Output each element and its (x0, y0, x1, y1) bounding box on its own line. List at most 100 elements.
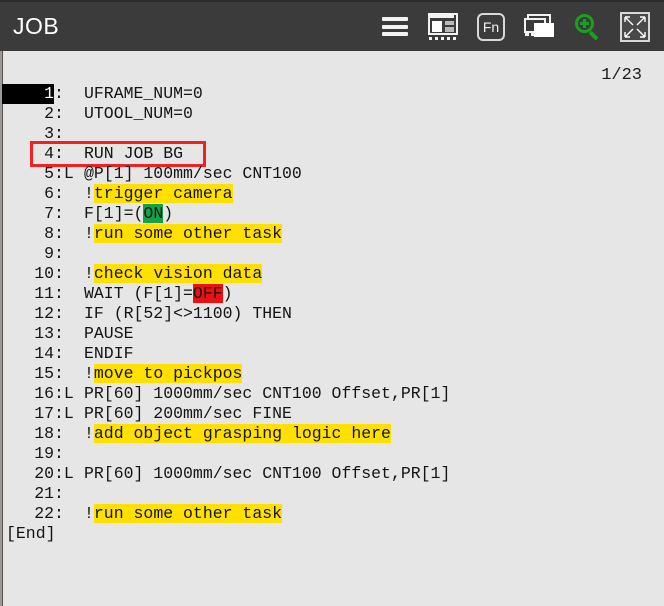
line-text: !trigger camera (84, 184, 233, 203)
code-line[interactable]: 9: (2, 244, 664, 264)
code-line[interactable]: 17:L PR[60] 200mm/sec FINE (2, 404, 664, 424)
line-text: PR[60] 200mm/sec FINE (84, 404, 292, 423)
line-marker: :L (54, 404, 74, 423)
program-editor-pane: 1/23 1: UFRAME_NUM=0 2: UTOOL_NUM=0 3:4: RUN … (0, 51, 664, 606)
line-number: 22 (34, 504, 54, 523)
page-indicator: 1/23 (601, 66, 642, 85)
line-marker: : (54, 104, 64, 123)
line-marker: : (54, 504, 64, 523)
line-text: RUN JOB BG (84, 144, 184, 163)
flag-on-highlight: ON (143, 204, 164, 223)
line-marker: : (54, 324, 64, 343)
line-text: ENDIF (84, 344, 134, 363)
code-line[interactable]: 1: UFRAME_NUM=0 (2, 84, 664, 104)
fn-key-icon: Fn (477, 12, 505, 41)
code-line[interactable]: 5:L @P[1] 100mm/sec CNT100 (2, 164, 664, 184)
code-line[interactable]: 4: RUN JOB BG (2, 141, 664, 167)
flag-off-highlight: OFF (192, 284, 223, 303)
line-text: UTOOL_NUM=0 (84, 104, 193, 123)
line-text: @P[1] 100mm/sec CNT100 (84, 164, 302, 183)
comment-highlight: run some other task (93, 224, 283, 243)
code-listing[interactable]: 1: UFRAME_NUM=0 2: UTOOL_NUM=0 3:4: RUN JOB B… (2, 84, 664, 544)
line-number: 6 (44, 184, 54, 203)
comment-highlight: check vision data (93, 264, 263, 283)
code-line[interactable]: 2: UTOOL_NUM=0 (2, 104, 664, 124)
toolbar: Fn (378, 10, 664, 44)
line-marker: : (54, 484, 64, 503)
line-marker: : (54, 364, 64, 383)
hamburger-icon (382, 17, 408, 36)
line-number: 11 (34, 284, 54, 303)
code-line[interactable]: 7: F[1]=(ON) (2, 204, 664, 224)
line-text: WAIT (F[1]=OFF) (84, 284, 233, 303)
line-marker: : (54, 244, 64, 263)
line-marker: : (54, 344, 64, 363)
line-number: 2 (44, 104, 54, 123)
scrollbar-thumb[interactable] (0, 127, 1, 237)
line-number: 9 (44, 244, 54, 263)
code-line[interactable]: 20:L PR[60] 1000mm/sec CNT100 Offset,PR[1… (2, 464, 664, 484)
code-line[interactable]: 18: !add object grasping logic here (2, 424, 664, 444)
line-number: 19 (34, 444, 54, 463)
code-line[interactable]: 19: (2, 444, 664, 464)
line-marker: :L (54, 384, 74, 403)
title-bar: JOB Fn (0, 0, 664, 51)
comment-highlight: move to pickpos (93, 364, 243, 383)
code-line[interactable]: 12: IF (R[52]<>1100) THEN (2, 304, 664, 324)
line-marker: : (54, 84, 64, 103)
code-line[interactable]: 11: WAIT (F[1]=OFF) (2, 284, 664, 304)
line-text: !move to pickpos (84, 364, 243, 383)
line-number: 21 (34, 484, 54, 503)
line-marker: : (54, 264, 64, 283)
layout-icon[interactable] (426, 10, 460, 44)
line-number: 10 (34, 264, 54, 283)
line-text: !run some other task (84, 224, 283, 243)
code-line[interactable]: 6: !trigger camera (2, 184, 664, 204)
line-marker: : (54, 424, 64, 443)
zoom-in-icon[interactable] (570, 10, 604, 44)
line-marker: :L (54, 164, 74, 183)
code-line[interactable]: 22: !run some other task (2, 504, 664, 524)
line-number: 13 (34, 324, 54, 343)
cascade-windows-icon (524, 13, 554, 40)
line-text: !add object grasping logic here (84, 424, 391, 443)
fn-icon[interactable]: Fn (474, 10, 508, 44)
line-number: 16 (34, 384, 54, 403)
line-number: 18 (34, 424, 54, 443)
code-line[interactable]: 3: (2, 124, 664, 144)
fit-screen-icon[interactable] (618, 10, 652, 44)
line-marker: : (54, 184, 64, 203)
code-line[interactable]: 15: !move to pickpos (2, 364, 664, 384)
magnifier-plus-icon (573, 13, 601, 41)
code-line[interactable]: 14: ENDIF (2, 344, 664, 364)
menu-icon[interactable] (378, 10, 412, 44)
line-number: 5 (44, 164, 54, 183)
line-marker: : (54, 204, 64, 223)
line-text: PR[60] 1000mm/sec CNT100 Offset,PR[1] (84, 384, 451, 403)
comment-highlight: add object grasping logic here (93, 424, 391, 443)
line-text: PAUSE (84, 324, 134, 343)
job-editor-window: JOB Fn 1/23 1: UFRAME_NUM=0 2: UTOOL_N… (0, 0, 664, 606)
code-line[interactable]: 8: !run some other task (2, 224, 664, 244)
line-text: !check vision data (84, 264, 263, 283)
line-text: !run some other task (84, 504, 283, 523)
line-text: IF (R[52]<>1100) THEN (84, 304, 292, 323)
line-marker: : (54, 124, 64, 143)
code-line[interactable]: 13: PAUSE (2, 324, 664, 344)
code-line[interactable]: 10: !check vision data (2, 264, 664, 284)
line-marker: :L (54, 464, 74, 483)
line-number: 7 (44, 204, 54, 223)
page-title: JOB (13, 13, 60, 39)
windows-icon[interactable] (522, 10, 556, 44)
code-line[interactable]: 16:L PR[60] 1000mm/sec CNT100 Offset,PR[1… (2, 384, 664, 404)
line-marker: : (54, 284, 64, 303)
line-number: 8 (44, 224, 54, 243)
four-arrows-icon (620, 11, 650, 42)
line-text: UFRAME_NUM=0 (84, 84, 203, 103)
split-view-icon (428, 12, 458, 41)
code-line[interactable]: 21: (2, 484, 664, 504)
line-text: F[1]=(ON) (84, 204, 174, 223)
line-number: 17 (34, 404, 54, 423)
line-marker: : (54, 304, 64, 323)
line-marker: : (54, 144, 64, 163)
